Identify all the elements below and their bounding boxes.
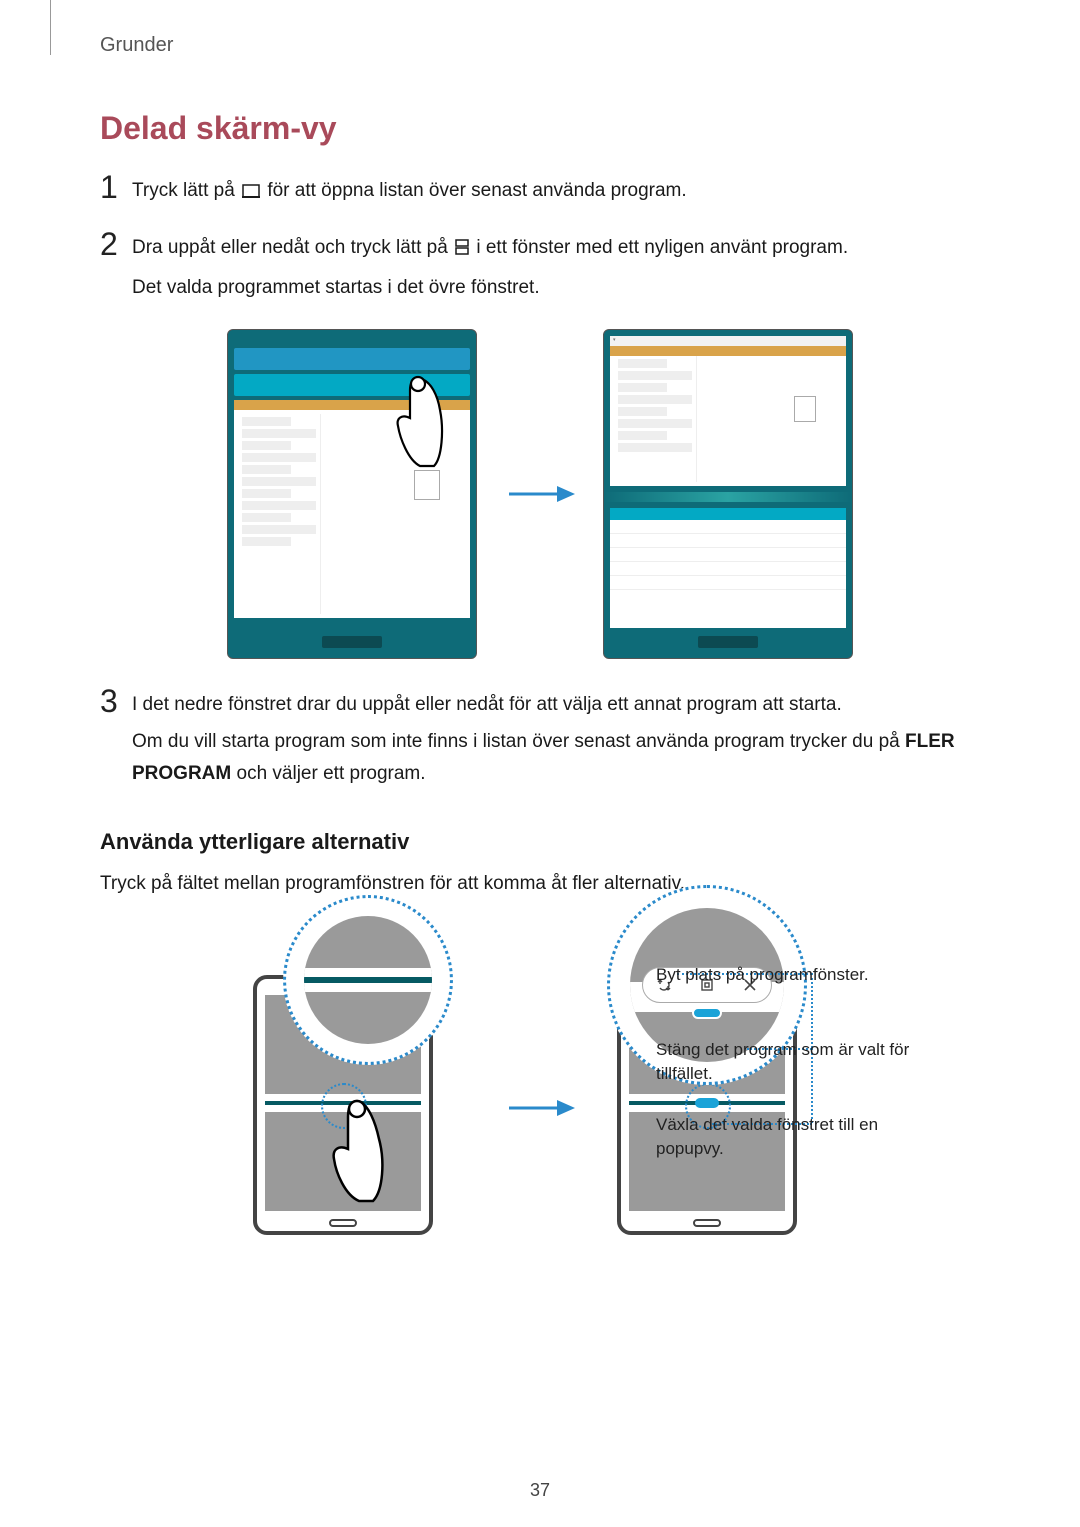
step2-l2: Det valda programmet startas i det övre … (132, 272, 848, 303)
zoom-circle-divider (283, 895, 453, 1065)
step1-text-after: för att öppna listan över senast använda… (267, 180, 686, 201)
tablet-split-view: ▾ (603, 329, 853, 659)
step2-l1-after: i ett fönster med ett nyligen använt pro… (476, 237, 848, 258)
section-title: Delad skärm-vy (100, 110, 980, 147)
step-1: 1 Tryck lätt på för att öppna listan öve… (100, 175, 980, 214)
step-body: Dra uppåt eller nedåt och tryck lätt på … (132, 232, 848, 309)
step-body: I det nedre fönstret drar du uppåt eller… (132, 689, 980, 795)
step-body: Tryck lätt på för att öppna listan över … (132, 175, 687, 214)
step-3: 3 I det nedre fönstret drar du uppåt ell… (100, 689, 980, 795)
hand-tap-icon (323, 1095, 393, 1205)
split-view-icon (455, 234, 469, 265)
page-content: Delad skärm-vy 1 Tryck lätt på för att ö… (100, 110, 980, 1245)
subtext: Tryck på fältet mellan programfönstren f… (100, 869, 980, 899)
recent-apps-icon (242, 177, 260, 208)
step-2: 2 Dra uppåt eller nedåt och tryck lätt p… (100, 232, 980, 309)
arrow-right-icon (505, 1094, 575, 1127)
step1-text-before: Tryck lätt på (132, 180, 240, 201)
annotation-swap: Byt plats på programfönster. (656, 963, 926, 987)
step3-l1: I det nedre fönstret drar du uppåt eller… (132, 689, 980, 720)
tablet-recent-apps (227, 329, 477, 659)
subheading: Använda ytterligare alternativ (100, 829, 980, 855)
step2-l1-before: Dra uppåt eller nedåt och tryck lätt på (132, 237, 453, 258)
breadcrumb: Grunder (100, 34, 173, 57)
step-number: 3 (100, 685, 132, 717)
step3-l2-after: och väljer ett program. (231, 763, 425, 784)
page-number: 37 (530, 1480, 550, 1501)
annotation-popup: Växla det valda fönstret till en popupvy… (656, 1113, 926, 1161)
arrow-right-icon (505, 480, 575, 508)
step3-l2-before: Om du vill starta program som inte finns… (132, 731, 905, 752)
annotation-close: Stäng det program som är valt för tillfä… (656, 1038, 926, 1086)
margin-rule (50, 0, 51, 55)
figure-options: Byt plats på programfönster. Stäng det p… (100, 925, 980, 1245)
step-number: 2 (100, 228, 132, 260)
step-number: 1 (100, 171, 132, 203)
figure-step2: ▾ (100, 329, 980, 659)
